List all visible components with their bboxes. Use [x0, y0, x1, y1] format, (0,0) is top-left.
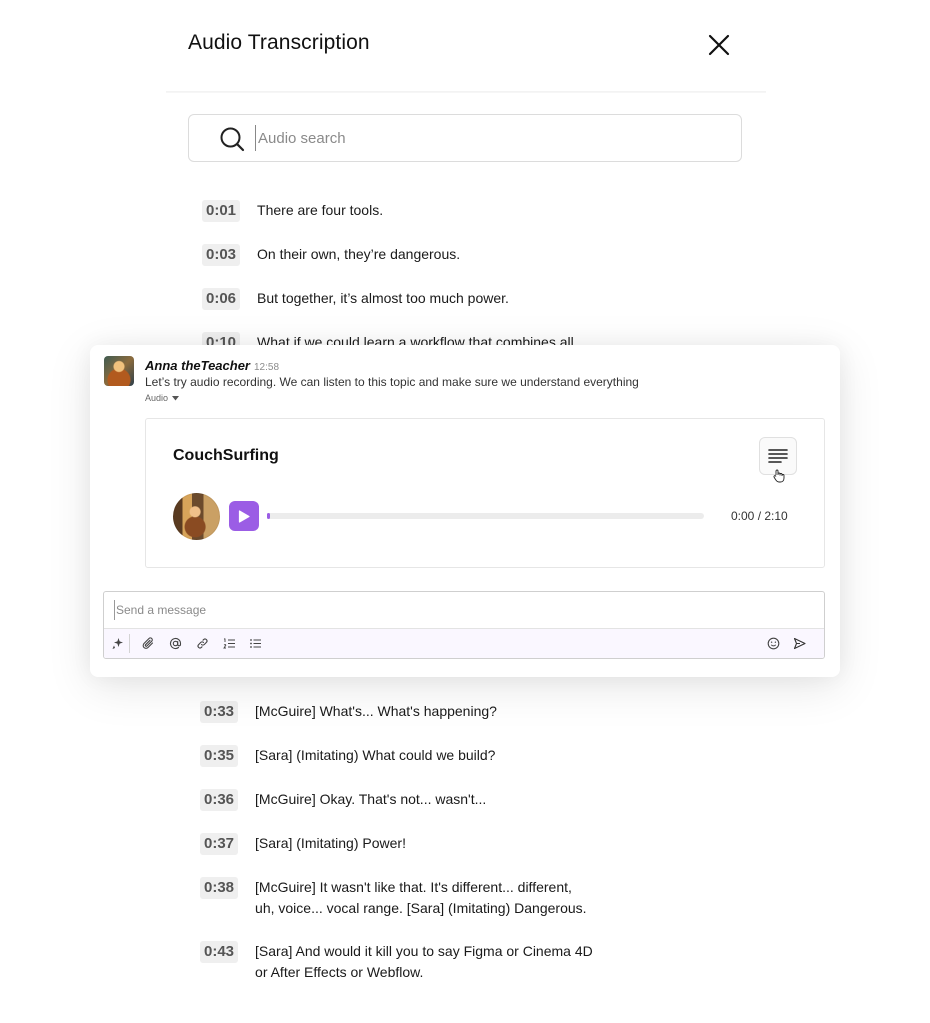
- close-icon: [708, 34, 730, 56]
- search-input[interactable]: [255, 125, 718, 151]
- transcript-row[interactable]: 0:37 [Sara] (Imitating) Power!: [200, 833, 406, 855]
- emoji-icon: [767, 637, 780, 650]
- timestamp[interactable]: 0:33: [200, 701, 239, 723]
- paperclip-icon: [142, 637, 154, 649]
- track-title: CouchSurfing: [173, 447, 279, 464]
- timestamp[interactable]: 0:37: [200, 833, 239, 855]
- transcript-text: [McGuire] What's... What's happening?: [255, 703, 497, 719]
- timestamp[interactable]: 0:06: [202, 288, 241, 310]
- ordered-list-icon: [223, 638, 235, 649]
- composer-toolbar: [104, 628, 824, 658]
- ordered-list-button[interactable]: [222, 636, 237, 651]
- message-header: Anna theTeacher 12:58: [145, 358, 279, 373]
- time-display: 0:00 / 2:10: [731, 509, 788, 523]
- search-box[interactable]: [188, 114, 742, 162]
- progress-bar[interactable]: [267, 513, 704, 519]
- audio-label: Audio: [145, 393, 169, 403]
- transcript-row[interactable]: 0:36 [McGuire] Okay. That's not... wasn'…: [200, 789, 486, 811]
- transcript-text: [McGuire] It wasn't like that. It's diff…: [255, 879, 587, 916]
- ai-assist-button[interactable]: [110, 636, 125, 651]
- bullet-list-button[interactable]: [248, 636, 263, 651]
- progress-fill: [267, 513, 270, 519]
- message-time: 12:58: [254, 362, 280, 373]
- avatar[interactable]: [104, 356, 134, 386]
- play-button[interactable]: [229, 501, 259, 531]
- timestamp[interactable]: 0:01: [202, 200, 241, 222]
- audio-player: CouchSurfing 0:00 / 2:10: [145, 418, 825, 568]
- message-composer: [103, 591, 825, 659]
- transcript-text: [Sara] (Imitating) Power!: [255, 835, 406, 851]
- emoji-button[interactable]: [766, 636, 781, 651]
- transcript-row[interactable]: 0:38 [McGuire] It wasn't like that. It's…: [200, 877, 595, 919]
- play-icon: [238, 509, 250, 523]
- transcript-row[interactable]: 0:33 [McGuire] What's... What's happenin…: [200, 701, 497, 723]
- audio-attachment-toggle[interactable]: Audio: [145, 393, 179, 403]
- timestamp[interactable]: 0:43: [200, 941, 239, 963]
- at-icon: [169, 638, 182, 650]
- hand-cursor-icon: [772, 469, 786, 483]
- author-name[interactable]: Anna theTeacher: [145, 358, 250, 373]
- attach-button[interactable]: [141, 636, 156, 651]
- transcript-text: [Sara] (Imitating) What could we build?: [255, 747, 496, 763]
- chat-message-card: Anna theTeacher 12:58 Let’s try audio rec…: [90, 345, 840, 677]
- transcript-text: [McGuire] Okay. That's not... wasn't...: [255, 791, 487, 807]
- header-divider: [166, 91, 766, 93]
- sparkle-icon: [112, 638, 123, 649]
- link-icon: [197, 638, 208, 649]
- send-button[interactable]: [792, 636, 807, 651]
- send-icon: [793, 637, 806, 650]
- panel-title: Audio Transcription: [188, 31, 370, 54]
- link-button[interactable]: [195, 636, 210, 651]
- caret-down-icon: [171, 396, 179, 401]
- transcript-row[interactable]: 0:35 [Sara] (Imitating) What could we bu…: [200, 745, 495, 767]
- album-cover: [173, 493, 220, 540]
- mention-button[interactable]: [168, 636, 183, 651]
- transcript-text: [Sara] And would it kill you to say Figm…: [255, 943, 593, 980]
- transcript-text: There are four tools.: [257, 202, 384, 218]
- timestamp[interactable]: 0:03: [202, 244, 241, 266]
- search-icon: [219, 126, 245, 152]
- transcript-row[interactable]: 0:01 There are four tools.: [202, 200, 383, 222]
- close-button[interactable]: [704, 30, 734, 60]
- transcript-text: On their own, they’re dangerous.: [257, 246, 461, 262]
- timestamp[interactable]: 0:38: [200, 877, 239, 899]
- transcript-row[interactable]: 0:43 [Sara] And would it kill you to say…: [200, 941, 595, 983]
- lines-icon: [768, 449, 788, 463]
- timestamp[interactable]: 0:35: [200, 745, 239, 767]
- toolbar-separator: [129, 634, 130, 653]
- bullet-list-icon: [250, 639, 261, 648]
- message-text: Let’s try audio recording. We can listen…: [145, 375, 639, 389]
- transcript-text: But together, it’s almost too much power…: [257, 290, 509, 306]
- transcript-row[interactable]: 0:06 But together, it’s almost too much …: [202, 288, 509, 310]
- timestamp[interactable]: 0:36: [200, 789, 239, 811]
- transcript-row[interactable]: 0:03 On their own, they’re dangerous.: [202, 244, 460, 266]
- message-input[interactable]: [114, 600, 806, 620]
